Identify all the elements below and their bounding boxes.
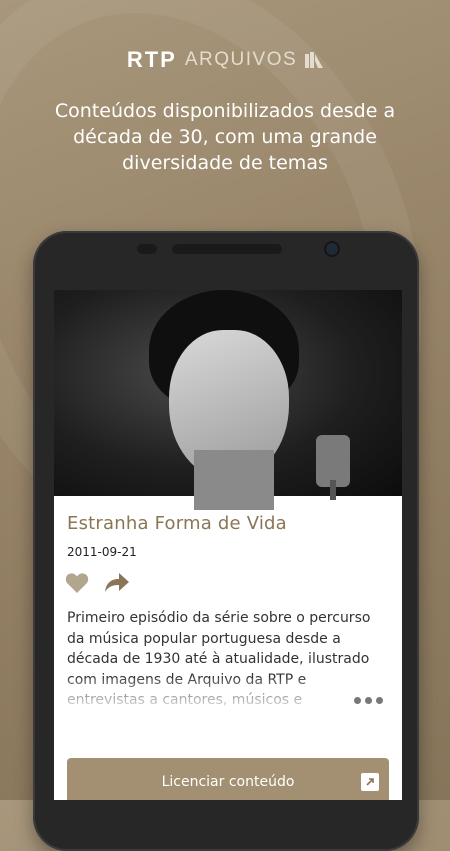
- tagline: Conteúdos disponibilizados desde a décad…: [54, 100, 396, 174]
- phone-camera: [326, 243, 338, 255]
- license-button-label: Licenciar conteúdo: [161, 774, 295, 790]
- heart-icon[interactable]: [65, 572, 89, 594]
- description-fade: [54, 678, 402, 712]
- license-content-button[interactable]: Licenciar conteúdo: [67, 758, 389, 800]
- thumbnail-figure-neck: [194, 450, 274, 510]
- phone-sensor: [137, 244, 157, 254]
- logo-rtp-text: RTP: [126, 47, 177, 72]
- content-title: Estranha Forma de Vida: [67, 513, 287, 534]
- logo-arquivos-text: ARQUIVOS: [184, 49, 298, 70]
- video-thumbnail[interactable]: [54, 290, 402, 510]
- thumbnail-microphone-stand: [330, 480, 336, 500]
- external-link-icon: [361, 773, 379, 791]
- phone-screen: Estranha Forma de Vida 2011-09-21 Primei…: [54, 290, 402, 800]
- content-date: 2011-09-21: [67, 545, 137, 559]
- archive-mark-icon: [305, 52, 324, 68]
- share-arrow-icon[interactable]: [105, 573, 129, 593]
- app-logo: RTP ARQUIVOS: [0, 47, 450, 73]
- more-dots-icon[interactable]: [354, 693, 388, 707]
- phone-speaker: [172, 244, 282, 254]
